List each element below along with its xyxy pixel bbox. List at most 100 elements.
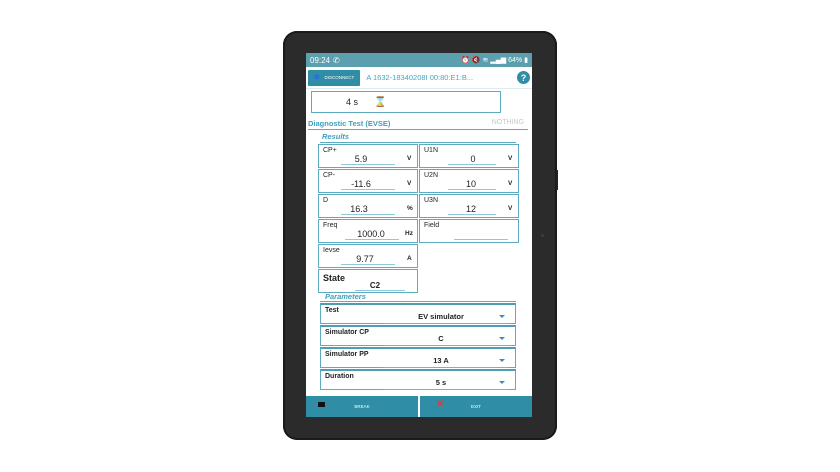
value-underline [341, 214, 395, 215]
wifi-icon: ≋ [482, 57, 489, 64]
result-unit: V [508, 155, 513, 162]
result-label: CP+ [323, 147, 337, 154]
param-value: 5 s [435, 378, 447, 387]
result-cp-minus: CP- -11.6 V [318, 169, 418, 193]
diagnostic-header: Diagnostic Test (EVSE) NOTHING [308, 119, 528, 129]
result-u1n: U1N 0 V [419, 144, 519, 168]
result-freq: Freq 1000.0 Hz [318, 219, 418, 243]
timer-display: 4 s ⌛ [311, 91, 501, 113]
result-value: 0 [470, 154, 476, 164]
disconnect-button[interactable]: ✱ DISCONNECT [308, 69, 361, 86]
value-underline [448, 164, 496, 165]
value-underline [448, 189, 496, 190]
dropdown-underline [383, 323, 509, 324]
dropdown-arrow-icon[interactable] [499, 337, 505, 340]
divider [320, 142, 516, 143]
exit-label: EXIT [470, 404, 481, 409]
value-underline [341, 164, 395, 165]
battery-percent: 64% [508, 56, 523, 64]
result-label: Ievse [323, 247, 340, 254]
result-cp-plus: CP+ 5.9 V [318, 144, 418, 168]
dropdown-arrow-icon[interactable] [499, 359, 505, 362]
status-time: 09:24 [310, 55, 331, 65]
state-value: C2 [369, 281, 381, 290]
break-button[interactable]: BREAK [306, 396, 418, 417]
signal-icon: ▂▄▆ [490, 57, 507, 64]
bluetooth-icon: ✱ [313, 72, 321, 82]
result-unit: % [407, 205, 413, 212]
value-underline [355, 290, 405, 291]
alarm-icon: ⏰ [461, 57, 470, 64]
stop-icon [318, 402, 325, 407]
dropdown-arrow-icon[interactable] [499, 381, 505, 384]
result-unit: V [508, 205, 513, 212]
help-glyph: ? [520, 72, 527, 83]
phone-icon: ✆ [333, 55, 340, 65]
status-bar: 09:24 ✆ ⏰ 🔇 ≋ ▂▄▆ 64% ▮ [306, 53, 532, 67]
result-u2n: U2N 10 V [419, 169, 519, 193]
value-underline [345, 239, 399, 240]
result-ievse: Ievse 9.77 A [318, 244, 418, 268]
app-bar: ✱ DISCONNECT A 1632-18340208I 00:80:E1:B… [306, 67, 532, 89]
bottom-action-bar: BREAK ✕ EXIT [306, 396, 532, 417]
param-test[interactable]: Test EV simulator [320, 303, 516, 324]
diagnostic-title: Diagnostic Test (EVSE) [308, 119, 391, 128]
state-label: State [323, 273, 346, 283]
param-value: 13 A [433, 356, 449, 365]
result-value: 16.3 [350, 204, 368, 214]
hourglass-icon: ⌛ [374, 96, 387, 108]
param-label: Simulator PP [325, 351, 369, 358]
result-label: U2N [424, 172, 439, 179]
param-duration[interactable]: Duration 5 s [320, 369, 516, 390]
result-duty: D 16.3 % [318, 194, 418, 218]
break-label: BREAK [354, 404, 370, 409]
result-unit: A [407, 255, 412, 262]
result-value: 10 [465, 179, 476, 189]
param-label: Duration [325, 373, 354, 380]
result-label: Freq [323, 222, 338, 229]
result-value: 9.77 [356, 254, 374, 264]
result-label: Field [424, 222, 440, 229]
param-simulator-cp[interactable]: Simulator CP C [320, 325, 516, 346]
param-value: C [438, 334, 444, 343]
result-label: U3N [424, 197, 439, 204]
result-unit: V [407, 155, 412, 162]
dropdown-arrow-icon[interactable] [499, 315, 505, 318]
param-value: EV simulator [418, 312, 464, 321]
app-screen: 09:24 ✆ ⏰ 🔇 ≋ ▂▄▆ 64% ▮ ✱ DISCONNECT A 1… [306, 53, 532, 417]
param-label: Simulator CP [325, 329, 369, 336]
close-icon: ✕ [436, 399, 445, 410]
battery-icon: ▮ [524, 57, 528, 64]
disconnect-label: DISCONNECT [324, 75, 355, 80]
device-id: A 1632-18340208I 00:80:E1:B... [366, 73, 474, 82]
value-underline [448, 214, 496, 215]
value-underline [341, 189, 395, 190]
mute-icon: 🔇 [471, 57, 481, 64]
dropdown-underline [383, 345, 509, 346]
result-value: 1000.0 [357, 229, 385, 239]
results-label: Results [322, 132, 350, 141]
result-label: U1N [424, 147, 439, 154]
result-value: -11.6 [351, 179, 371, 189]
divider [308, 129, 528, 130]
result-field: Field [419, 219, 519, 243]
result-unit: Hz [405, 230, 413, 237]
param-simulator-pp[interactable]: Simulator PP 13 A [320, 347, 516, 368]
divider [320, 301, 516, 302]
result-label: CP- [323, 172, 336, 179]
timer-value: 4 s [346, 97, 359, 107]
result-value: 12 [465, 204, 476, 214]
dropdown-underline [383, 389, 509, 390]
state-cell: State C2 [318, 269, 418, 293]
exit-button[interactable]: ✕ EXIT [420, 396, 532, 417]
result-unit: V [407, 180, 412, 187]
result-label: D [323, 197, 329, 204]
value-underline [341, 264, 395, 265]
side-button [556, 170, 558, 190]
value-underline [454, 239, 508, 240]
dropdown-underline [383, 367, 509, 368]
param-label: Test [325, 307, 339, 314]
help-icon[interactable]: ? [517, 71, 530, 84]
result-value: 5.9 [354, 154, 368, 164]
result-u3n: U3N 12 V [419, 194, 519, 218]
